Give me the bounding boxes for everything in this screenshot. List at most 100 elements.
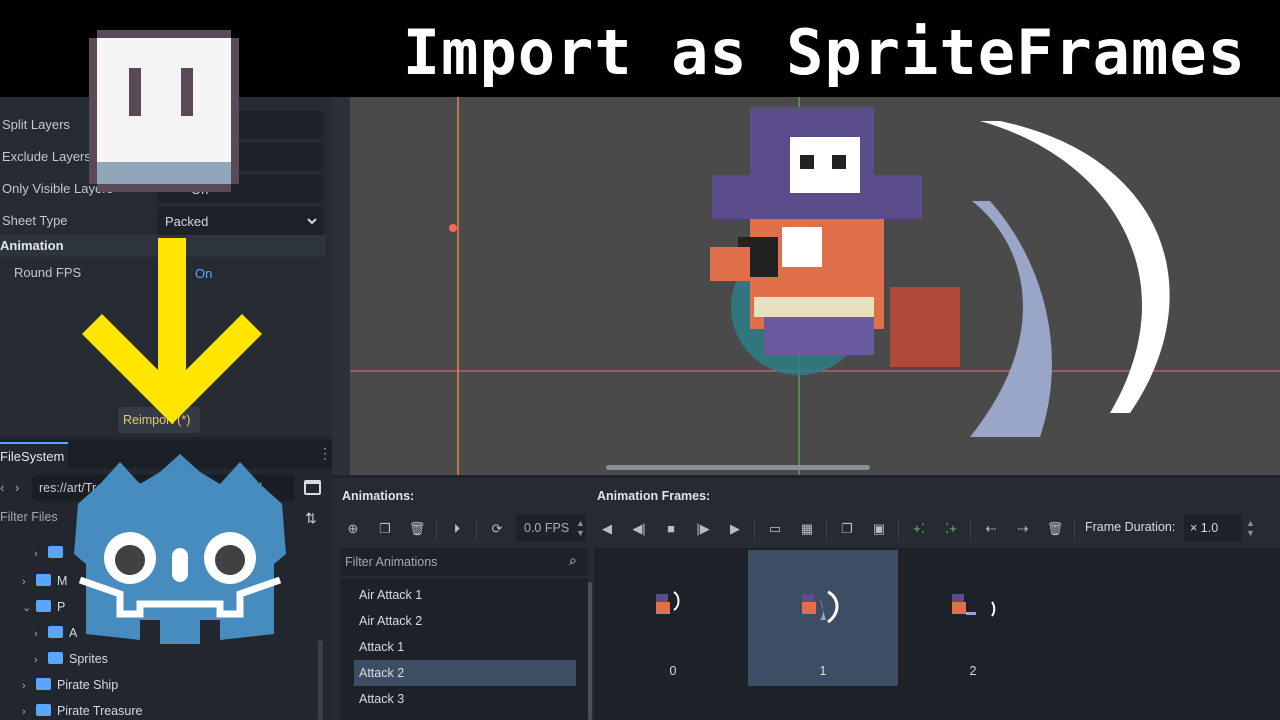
list-item[interactable]: Air Attack 2 (354, 608, 576, 634)
sheet-type-value: Packed (165, 214, 209, 229)
list-item-selected[interactable]: Attack 2 (354, 660, 576, 686)
canvas-viewport[interactable] (350, 97, 1280, 475)
frame-index: 2 (969, 664, 977, 678)
fps-value: 0.0 FPS (524, 521, 570, 535)
animation-list-scrollbar[interactable] (588, 582, 592, 720)
folder-icon (36, 678, 51, 690)
expand-icon: ⌄ (22, 602, 32, 614)
list-item[interactable]: Air Attack 1 (354, 582, 576, 608)
crescent-effect (980, 121, 1170, 413)
tree-label: Pirate Ship (57, 678, 119, 692)
toolbar-separator (970, 520, 971, 540)
play-backwards-from-end-icon[interactable]: ◀| (628, 518, 650, 540)
filter-animations-placeholder: Filter Animations (345, 555, 438, 569)
frame-thumbnail (952, 594, 996, 617)
more-options-icon[interactable]: ⋮ (318, 445, 332, 462)
sort-icon[interactable]: ⇅ (305, 510, 317, 527)
insert-before-icon[interactable]: +⁚ (908, 518, 930, 540)
down-arrow-icon (82, 238, 262, 424)
filter-files-input[interactable]: Filter Files (0, 510, 58, 524)
tab-filesystem[interactable]: FileSystem (0, 442, 68, 468)
animation-name: Air Attack 2 (359, 614, 423, 628)
split-view-icon[interactable] (304, 480, 321, 495)
delete-frame-icon[interactable]: 🗑 (1044, 518, 1066, 540)
expand-icon: › (34, 628, 38, 640)
origin-marker (449, 224, 457, 232)
vertical-ruler (332, 97, 350, 475)
copy-frame-icon[interactable]: ❐ (836, 518, 858, 540)
search-icon: ⌕ (569, 552, 577, 568)
frame-duration-input[interactable]: × 1.0 (1184, 514, 1242, 542)
slash-effect (970, 201, 1052, 437)
tree-folder-item[interactable]: › Pirate Treasure (22, 704, 142, 720)
duplicate-animation-icon[interactable]: ❐ (374, 518, 396, 540)
frame-index: 1 (819, 664, 827, 678)
paste-frame-icon[interactable]: ▣ (868, 518, 890, 540)
add-animation-icon[interactable]: ⊕ (342, 518, 364, 540)
toolbar-separator (1074, 520, 1075, 540)
spriteframes-panel: Animations: Animation Frames: ⊕ ❐ 🗑 ⏵ ⟳ … (332, 478, 1280, 720)
insert-after-icon[interactable]: ⁚+ (940, 518, 962, 540)
move-right-icon[interactable]: ⇢ (1012, 518, 1034, 540)
viewport-scene (350, 97, 1280, 475)
toolbar-separator (826, 520, 827, 540)
animations-heading: Animations: (342, 489, 415, 503)
list-item[interactable]: Attack 3 (354, 686, 576, 712)
folder-icon (36, 600, 51, 612)
prop-label: Sheet Type (2, 213, 68, 228)
expand-icon: › (22, 680, 26, 692)
prop-label: Round FPS (14, 265, 82, 280)
godot-logo-icon (74, 454, 286, 644)
duration-stepper-icon[interactable]: ▲ ▼ (1246, 518, 1255, 538)
list-item[interactable]: Attack 1 (354, 634, 576, 660)
tree-folder-item[interactable]: ⌄ P (22, 600, 65, 622)
forward-icon[interactable]: › (15, 480, 19, 495)
prop-label: Exclude Layers (2, 149, 91, 164)
pixel-logo-icon (89, 30, 239, 192)
fs-scrollbar[interactable] (318, 640, 323, 720)
tree-label: Pirate Treasure (57, 704, 143, 718)
frame-cell[interactable]: 2 (898, 550, 1048, 686)
section-title: Animation (0, 238, 64, 253)
frame-thumbnail (802, 590, 839, 624)
animation-list: Air Attack 1 Air Attack 2 Attack 1 Attac… (340, 578, 592, 720)
animation-name: Air Attack 1 (359, 588, 423, 602)
prop-label: Split Layers (2, 117, 70, 132)
frame-cell[interactable]: 0 (598, 550, 748, 686)
frame-cell-selected[interactable]: 1 (748, 550, 898, 686)
load-folder-icon[interactable]: ▭ (764, 518, 786, 540)
sheet-type-select[interactable]: Packed (157, 207, 324, 235)
frames-heading: Animation Frames: (597, 489, 711, 503)
fps-stepper-icon[interactable]: ▲ ▼ (576, 518, 585, 538)
delete-animation-icon[interactable]: 🗑 (406, 518, 428, 540)
folder-icon (36, 574, 51, 586)
loop-icon[interactable]: ⟳ (486, 518, 508, 540)
banner-title: Import as SpriteFrames (402, 16, 1246, 89)
play-backwards-icon[interactable]: ◀ (596, 518, 618, 540)
animation-name: Attack 2 (359, 666, 405, 680)
frame-duration-value: × 1.0 (1190, 521, 1219, 535)
tab-label: FileSystem (0, 449, 65, 464)
animation-name: Attack 1 (359, 640, 405, 654)
prop-sheet-type[interactable]: Sheet Type Packed (0, 205, 326, 235)
toolbar-separator (754, 520, 755, 540)
filter-animations-input[interactable]: Filter Animations ⌕ (340, 548, 588, 576)
tree-folder-item[interactable]: › Pirate Ship (22, 678, 118, 700)
back-icon[interactable]: ‹ (0, 480, 4, 495)
expand-icon: › (22, 706, 26, 718)
move-left-icon[interactable]: ⇠ (980, 518, 1002, 540)
chevron-down-icon (307, 218, 317, 225)
play-from-start-icon[interactable]: |▶ (692, 518, 714, 540)
toolbar-separator (476, 520, 477, 540)
autoplay-icon[interactable]: ⏵ (446, 518, 468, 540)
stop-icon[interactable]: ■ (660, 518, 682, 540)
animation-name: Attack 3 (359, 692, 405, 706)
spritesheet-grid-icon[interactable]: ▦ (796, 518, 818, 540)
frames-area: 0 1 2 (594, 548, 1280, 720)
folder-icon (36, 704, 51, 716)
play-icon[interactable]: ▶ (724, 518, 746, 540)
viewport-hscrollbar[interactable] (606, 465, 870, 470)
expand-icon: › (34, 548, 38, 560)
frame-index: 0 (669, 664, 677, 678)
frame-thumbnail (656, 591, 680, 614)
